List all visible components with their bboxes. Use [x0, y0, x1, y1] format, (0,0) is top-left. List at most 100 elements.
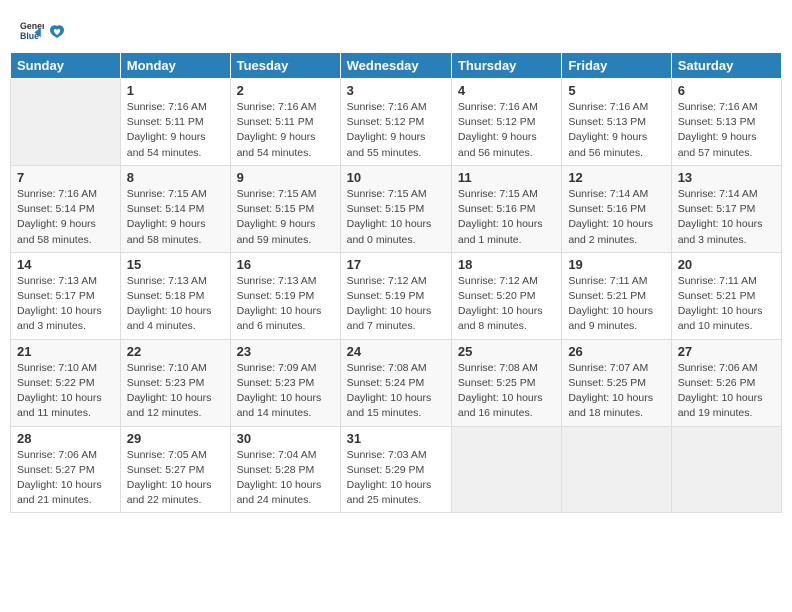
svg-text:Blue: Blue [20, 31, 39, 41]
calendar-header-wednesday: Wednesday [340, 53, 451, 79]
day-info: Sunrise: 7:11 AM Sunset: 5:21 PM Dayligh… [568, 274, 664, 335]
calendar-cell: 9 Sunrise: 7:15 AM Sunset: 5:15 PM Daylig… [230, 165, 340, 252]
day-number: 31 [347, 431, 445, 446]
calendar-week-row: 7 Sunrise: 7:16 AM Sunset: 5:14 PM Daylig… [11, 165, 782, 252]
day-info: Sunrise: 7:14 AM Sunset: 5:17 PM Dayligh… [678, 187, 775, 248]
day-number: 15 [127, 257, 224, 272]
day-number: 21 [17, 344, 114, 359]
day-number: 24 [347, 344, 445, 359]
calendar-header-saturday: Saturday [671, 53, 781, 79]
day-number: 10 [347, 170, 445, 185]
calendar-week-row: 1 Sunrise: 7:16 AM Sunset: 5:11 PM Daylig… [11, 79, 782, 166]
day-number: 2 [237, 83, 334, 98]
day-info: Sunrise: 7:10 AM Sunset: 5:22 PM Dayligh… [17, 361, 114, 422]
calendar-cell [671, 426, 781, 513]
day-info: Sunrise: 7:03 AM Sunset: 5:29 PM Dayligh… [347, 448, 445, 509]
calendar-cell: 24Sunrise: 7:08 AM Sunset: 5:24 PM Dayli… [340, 339, 451, 426]
calendar-cell: 29 Sunrise: 7:05 AM Sunset: 5:27 PM Dayli… [120, 426, 230, 513]
calendar-cell: 28 Sunrise: 7:06 AM Sunset: 5:27 PM Dayli… [11, 426, 121, 513]
calendar-cell: 15 Sunrise: 7:13 AM Sunset: 5:18 PM Dayli… [120, 252, 230, 339]
calendar-cell: 31 Sunrise: 7:03 AM Sunset: 5:29 PM Dayli… [340, 426, 451, 513]
day-number: 19 [568, 257, 664, 272]
calendar-cell: 25 Sunrise: 7:08 AM Sunset: 5:25 PM Dayli… [451, 339, 561, 426]
day-number: 22 [127, 344, 224, 359]
calendar-cell: 12 Sunrise: 7:14 AM Sunset: 5:16 PM Dayli… [562, 165, 671, 252]
day-info: Sunrise: 7:06 AM Sunset: 5:26 PM Dayligh… [678, 361, 775, 422]
day-info: Sunrise: 7:16 AM Sunset: 5:12 PM Dayligh… [458, 100, 555, 161]
calendar-table: SundayMondayTuesdayWednesdayThursdayFrid… [10, 52, 782, 513]
page-header: General Blue [10, 10, 782, 46]
calendar-cell: 30 Sunrise: 7:04 AM Sunset: 5:28 PM Dayli… [230, 426, 340, 513]
day-info: Sunrise: 7:14 AM Sunset: 5:16 PM Dayligh… [568, 187, 664, 248]
day-info: Sunrise: 7:07 AM Sunset: 5:25 PM Dayligh… [568, 361, 664, 422]
calendar-cell [11, 79, 121, 166]
day-number: 30 [237, 431, 334, 446]
day-number: 4 [458, 83, 555, 98]
day-info: Sunrise: 7:13 AM Sunset: 5:17 PM Dayligh… [17, 274, 114, 335]
calendar-cell: 4 Sunrise: 7:16 AM Sunset: 5:12 PM Daylig… [451, 79, 561, 166]
day-number: 20 [678, 257, 775, 272]
day-info: Sunrise: 7:16 AM Sunset: 5:11 PM Dayligh… [127, 100, 224, 161]
logo: General Blue [20, 18, 66, 42]
day-info: Sunrise: 7:16 AM Sunset: 5:12 PM Dayligh… [347, 100, 445, 161]
day-number: 18 [458, 257, 555, 272]
day-info: Sunrise: 7:13 AM Sunset: 5:18 PM Dayligh… [127, 274, 224, 335]
day-info: Sunrise: 7:16 AM Sunset: 5:14 PM Dayligh… [17, 187, 114, 248]
calendar-header-row: SundayMondayTuesdayWednesdayThursdayFrid… [11, 53, 782, 79]
day-number: 26 [568, 344, 664, 359]
day-number: 14 [17, 257, 114, 272]
day-info: Sunrise: 7:16 AM Sunset: 5:11 PM Dayligh… [237, 100, 334, 161]
calendar-cell: 18 Sunrise: 7:12 AM Sunset: 5:20 PM Dayli… [451, 252, 561, 339]
calendar-cell: 2 Sunrise: 7:16 AM Sunset: 5:11 PM Daylig… [230, 79, 340, 166]
calendar-header-tuesday: Tuesday [230, 53, 340, 79]
day-info: Sunrise: 7:12 AM Sunset: 5:19 PM Dayligh… [347, 274, 445, 335]
calendar-cell: 1 Sunrise: 7:16 AM Sunset: 5:11 PM Daylig… [120, 79, 230, 166]
day-info: Sunrise: 7:12 AM Sunset: 5:20 PM Dayligh… [458, 274, 555, 335]
day-number: 28 [17, 431, 114, 446]
calendar-cell [451, 426, 561, 513]
day-number: 29 [127, 431, 224, 446]
day-info: Sunrise: 7:15 AM Sunset: 5:15 PM Dayligh… [237, 187, 334, 248]
day-number: 3 [347, 83, 445, 98]
day-info: Sunrise: 7:15 AM Sunset: 5:14 PM Dayligh… [127, 187, 224, 248]
logo-icon: General Blue [20, 18, 44, 42]
day-number: 13 [678, 170, 775, 185]
calendar-header-friday: Friday [562, 53, 671, 79]
calendar-header-thursday: Thursday [451, 53, 561, 79]
calendar-cell: 20 Sunrise: 7:11 AM Sunset: 5:21 PM Dayli… [671, 252, 781, 339]
calendar-cell: 3 Sunrise: 7:16 AM Sunset: 5:12 PM Daylig… [340, 79, 451, 166]
day-number: 5 [568, 83, 664, 98]
calendar-week-row: 14 Sunrise: 7:13 AM Sunset: 5:17 PM Dayli… [11, 252, 782, 339]
logo-bird-icon [48, 23, 66, 41]
day-info: Sunrise: 7:04 AM Sunset: 5:28 PM Dayligh… [237, 448, 334, 509]
day-info: Sunrise: 7:11 AM Sunset: 5:21 PM Dayligh… [678, 274, 775, 335]
day-info: Sunrise: 7:08 AM Sunset: 5:25 PM Dayligh… [458, 361, 555, 422]
calendar-cell: 5Sunrise: 7:16 AM Sunset: 5:13 PM Daylig… [562, 79, 671, 166]
day-info: Sunrise: 7:16 AM Sunset: 5:13 PM Dayligh… [678, 100, 775, 161]
day-number: 6 [678, 83, 775, 98]
day-number: 16 [237, 257, 334, 272]
calendar-cell: 14 Sunrise: 7:13 AM Sunset: 5:17 PM Dayli… [11, 252, 121, 339]
day-number: 23 [237, 344, 334, 359]
calendar-cell: 23Sunrise: 7:09 AM Sunset: 5:23 PM Dayli… [230, 339, 340, 426]
day-info: Sunrise: 7:05 AM Sunset: 5:27 PM Dayligh… [127, 448, 224, 509]
calendar-week-row: 28 Sunrise: 7:06 AM Sunset: 5:27 PM Dayli… [11, 426, 782, 513]
day-number: 9 [237, 170, 334, 185]
day-info: Sunrise: 7:15 AM Sunset: 5:16 PM Dayligh… [458, 187, 555, 248]
calendar-cell: 19 Sunrise: 7:11 AM Sunset: 5:21 PM Dayli… [562, 252, 671, 339]
calendar-cell [562, 426, 671, 513]
calendar-cell: 7 Sunrise: 7:16 AM Sunset: 5:14 PM Daylig… [11, 165, 121, 252]
day-number: 25 [458, 344, 555, 359]
day-number: 1 [127, 83, 224, 98]
calendar-cell: 26 Sunrise: 7:07 AM Sunset: 5:25 PM Dayli… [562, 339, 671, 426]
day-info: Sunrise: 7:13 AM Sunset: 5:19 PM Dayligh… [237, 274, 334, 335]
calendar-header-monday: Monday [120, 53, 230, 79]
day-number: 8 [127, 170, 224, 185]
calendar-cell: 8 Sunrise: 7:15 AM Sunset: 5:14 PM Daylig… [120, 165, 230, 252]
day-info: Sunrise: 7:06 AM Sunset: 5:27 PM Dayligh… [17, 448, 114, 509]
calendar-week-row: 21 Sunrise: 7:10 AM Sunset: 5:22 PM Dayli… [11, 339, 782, 426]
calendar-cell: 27Sunrise: 7:06 AM Sunset: 5:26 PM Dayli… [671, 339, 781, 426]
day-info: Sunrise: 7:10 AM Sunset: 5:23 PM Dayligh… [127, 361, 224, 422]
day-number: 7 [17, 170, 114, 185]
day-number: 12 [568, 170, 664, 185]
